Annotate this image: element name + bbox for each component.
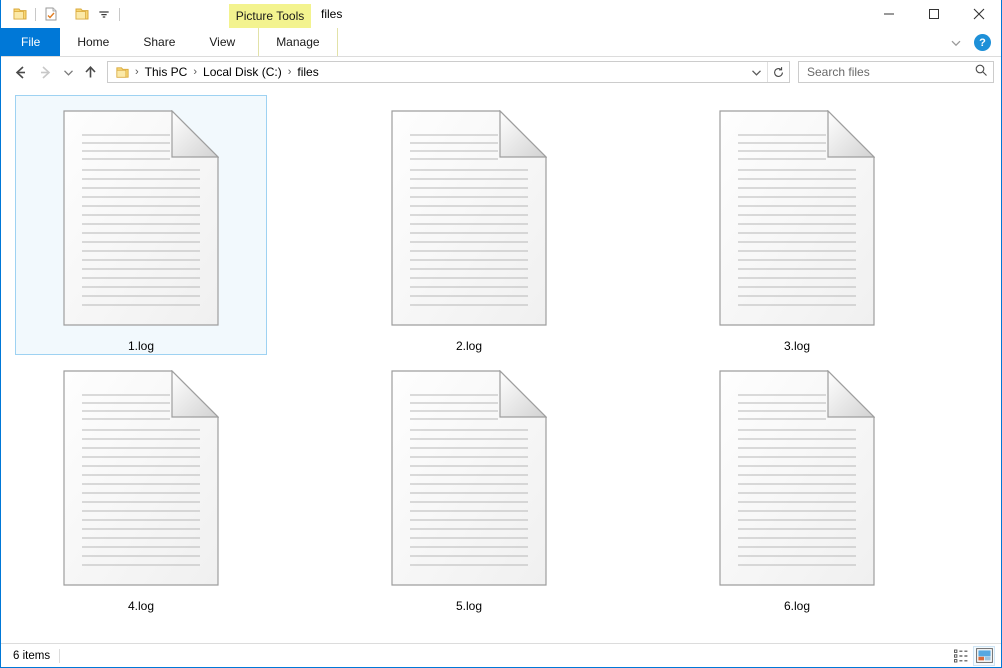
- file-name-label: 1.log: [128, 339, 154, 353]
- breadcrumb: › This PC › Local Disk (C:) › files: [108, 65, 745, 80]
- refresh-icon[interactable]: [767, 62, 789, 82]
- breadcrumb-separator-1[interactable]: ›: [190, 66, 200, 78]
- file-item-2[interactable]: 2.log: [343, 95, 595, 355]
- log-file-icon: [719, 370, 875, 586]
- chevron-down-icon[interactable]: [944, 31, 968, 55]
- window-controls: [866, 0, 1001, 28]
- minimize-button[interactable]: [866, 0, 911, 28]
- maximize-button[interactable]: [911, 0, 956, 28]
- tab-file[interactable]: File: [1, 28, 60, 56]
- quick-access-toolbar: [1, 0, 124, 28]
- ribbon-tab-strip: File Home Share View Manage ?: [1, 28, 1001, 57]
- file-name-label: 4.log: [128, 599, 154, 613]
- breadcrumb-dropdown-icon[interactable]: [745, 62, 767, 82]
- tab-manage[interactable]: Manage: [258, 28, 337, 56]
- breadcrumb-folder-icon[interactable]: [113, 65, 132, 80]
- explorer-window: Picture Tools files File Home Share View…: [0, 0, 1002, 668]
- breadcrumb-item-this-pc[interactable]: This PC: [142, 65, 191, 79]
- log-file-icon: [391, 370, 547, 586]
- tab-share[interactable]: Share: [126, 28, 192, 56]
- forward-button[interactable]: [33, 60, 58, 84]
- title-bar: Picture Tools files: [1, 0, 1001, 28]
- close-button[interactable]: [956, 0, 1001, 28]
- properties-icon[interactable]: [40, 3, 62, 25]
- status-bar: 6 items: [1, 643, 1001, 667]
- search-input[interactable]: [807, 65, 974, 79]
- file-item-5[interactable]: 5.log: [343, 355, 595, 615]
- folder-icon[interactable]: [9, 3, 31, 25]
- toolbar-separator-1: [35, 8, 36, 21]
- help-icon[interactable]: ?: [974, 34, 991, 51]
- file-name-label: 6.log: [784, 599, 810, 613]
- back-button[interactable]: [8, 60, 33, 84]
- breadcrumb-item-local-disk[interactable]: Local Disk (C:): [200, 65, 285, 79]
- window-title: files: [321, 0, 342, 28]
- customize-dropdown-icon[interactable]: [93, 3, 115, 25]
- search-box[interactable]: [798, 61, 994, 83]
- breadcrumb-separator-0[interactable]: ›: [132, 66, 142, 78]
- file-item-3[interactable]: 3.log: [671, 95, 923, 355]
- tab-view[interactable]: View: [192, 28, 252, 56]
- file-item-1[interactable]: 1.log: [15, 95, 267, 355]
- file-name-label: 2.log: [456, 339, 482, 353]
- breadcrumb-separator-2[interactable]: ›: [285, 66, 295, 78]
- log-file-icon: [391, 110, 547, 326]
- up-button[interactable]: [78, 60, 103, 84]
- breadcrumb-item-files[interactable]: files: [294, 65, 321, 79]
- details-view-button[interactable]: [951, 646, 973, 666]
- file-name-label: 3.log: [784, 339, 810, 353]
- log-file-icon: [719, 110, 875, 326]
- new-folder-icon[interactable]: [71, 3, 93, 25]
- file-name-label: 5.log: [456, 599, 482, 613]
- address-bar: › This PC › Local Disk (C:) › files: [1, 57, 1001, 87]
- toolbar-separator-3: [119, 8, 120, 21]
- ribbon-right-controls: ?: [944, 28, 997, 57]
- file-item-6[interactable]: 6.log: [671, 355, 923, 615]
- contextual-tab-group-title: Picture Tools: [229, 4, 311, 28]
- file-grid: 1.log 2.log: [1, 95, 1001, 615]
- search-icon[interactable]: [974, 63, 988, 82]
- item-count-label: 6 items: [13, 649, 60, 663]
- large-icons-view-button[interactable]: [973, 646, 995, 666]
- file-item-4[interactable]: 4.log: [15, 355, 267, 615]
- log-file-icon: [63, 370, 219, 586]
- breadcrumb-bar[interactable]: › This PC › Local Disk (C:) › files: [107, 61, 790, 83]
- tab-home[interactable]: Home: [60, 28, 126, 56]
- file-list-view[interactable]: 1.log 2.log: [1, 87, 1001, 643]
- recent-locations-button[interactable]: [58, 60, 78, 84]
- log-file-icon: [63, 110, 219, 326]
